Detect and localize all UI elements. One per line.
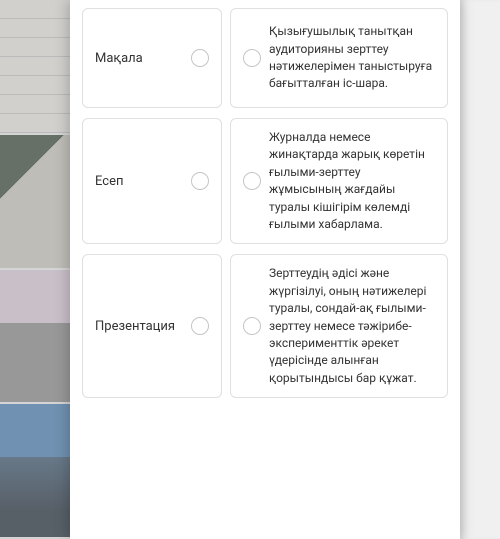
- left-term-label: Мақала: [95, 51, 191, 66]
- match-row: Презентация Зерттеудің әдісі және жүргіз…: [82, 254, 448, 398]
- left-term-label: Есеп: [95, 174, 191, 189]
- right-definition-card[interactable]: Журналда немесе жинақтарда жарық көретін…: [230, 118, 448, 244]
- match-row: Мақала Қызығушылық танытқан аудиторияны …: [82, 8, 448, 108]
- right-definition-text: Зерттеудің әдісі және жүргізілуі, оның н…: [269, 265, 435, 387]
- connector-dot-left[interactable]: [191, 317, 209, 335]
- right-definition-card[interactable]: Зерттеудің әдісі және жүргізілуі, оның н…: [230, 254, 448, 398]
- matching-grid: Мақала Қызығушылық танытқан аудиторияны …: [82, 8, 448, 398]
- right-definition-text: Қызығушылық танытқан аудиторияны зерттеу…: [269, 23, 435, 93]
- right-edge: [460, 0, 500, 539]
- connector-dot-right[interactable]: [243, 49, 261, 67]
- left-term-label: Презентация: [95, 319, 191, 334]
- connector-dot-left[interactable]: [191, 49, 209, 67]
- connector-dot-right[interactable]: [243, 317, 261, 335]
- right-definition-text: Журналда немесе жинақтарда жарық көретін…: [269, 129, 435, 233]
- match-row: Есеп Журналда немесе жинақтарда жарық кө…: [82, 118, 448, 244]
- connector-dot-right[interactable]: [243, 172, 261, 190]
- matching-modal: Мақала Қызығушылық танытқан аудиторияны …: [70, 0, 460, 539]
- left-term-card[interactable]: Презентация: [82, 254, 222, 398]
- left-term-card[interactable]: Мақала: [82, 8, 222, 108]
- right-definition-card[interactable]: Қызығушылық танытқан аудиторияны зерттеу…: [230, 8, 448, 108]
- left-term-card[interactable]: Есеп: [82, 118, 222, 244]
- connector-dot-left[interactable]: [191, 172, 209, 190]
